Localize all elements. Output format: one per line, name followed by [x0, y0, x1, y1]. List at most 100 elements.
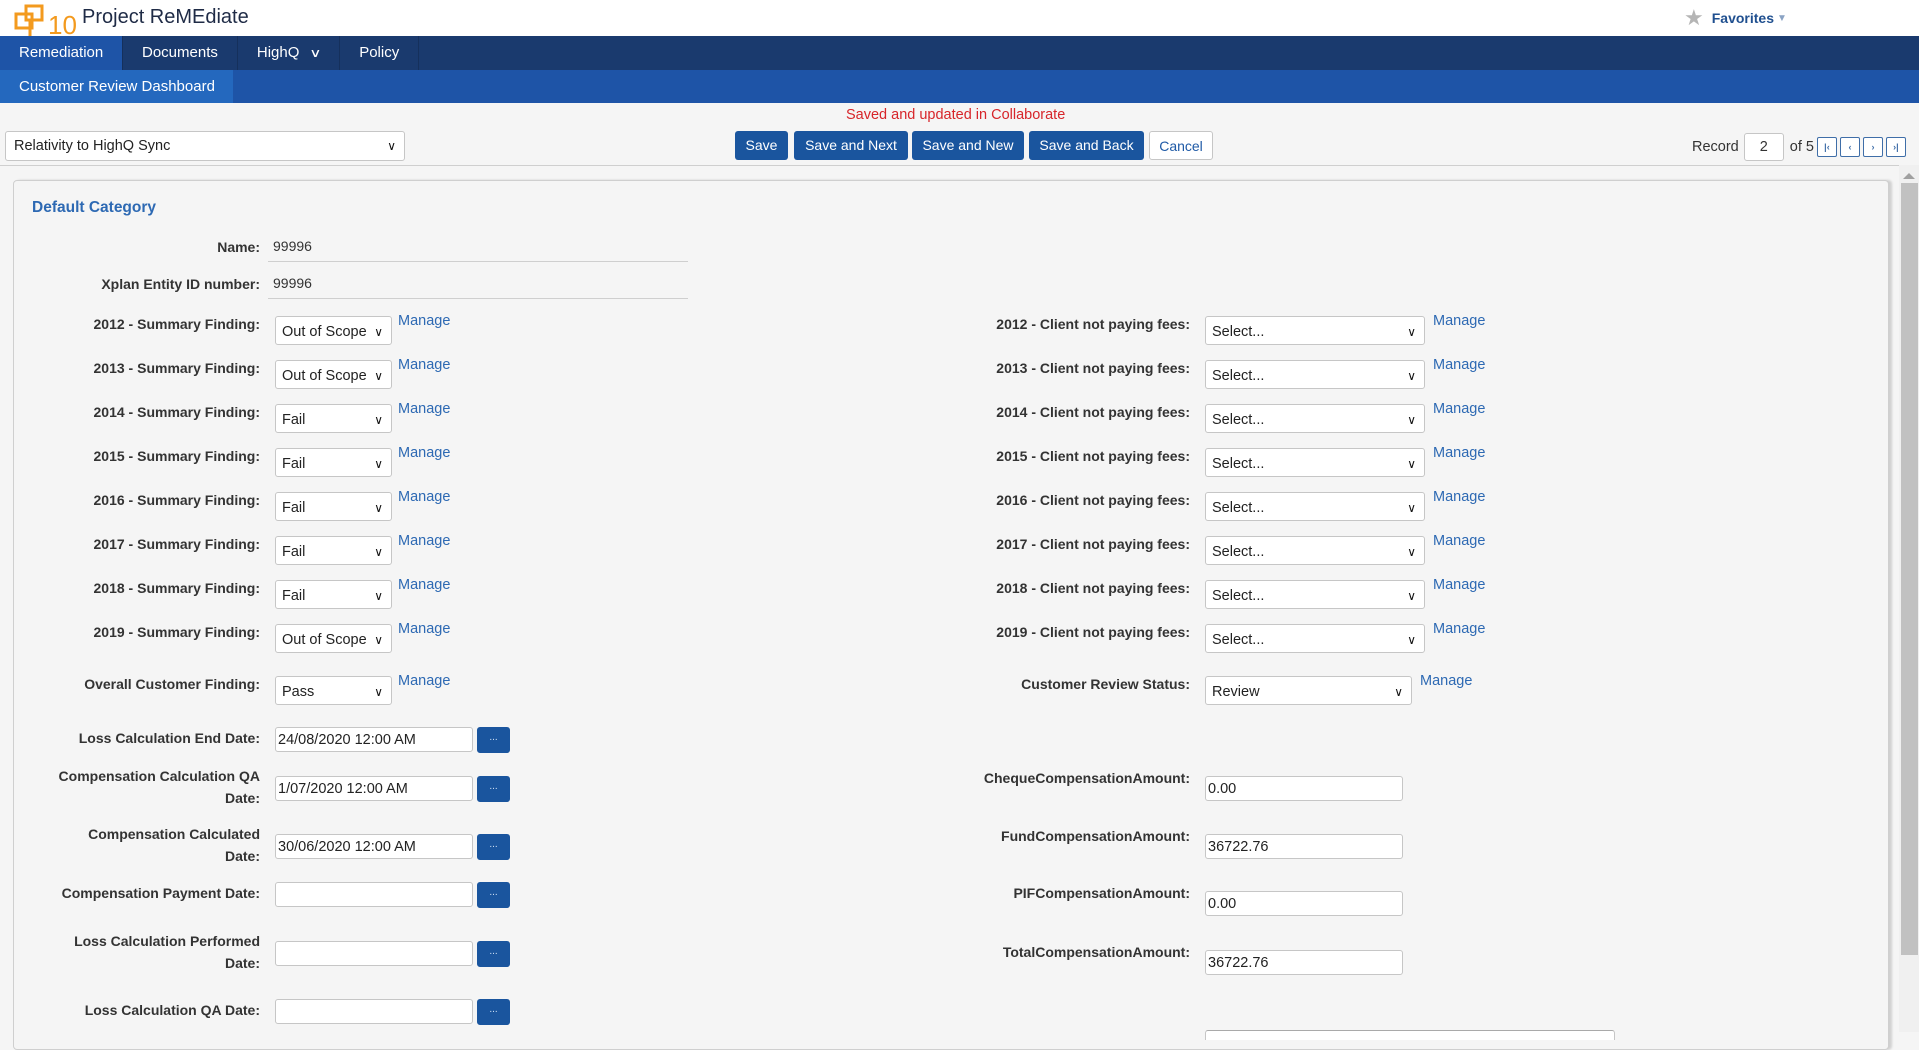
manage-link[interactable]: Manage [1433, 445, 1485, 461]
client-not-paying-select[interactable]: Select... ∨ [1205, 624, 1425, 653]
calendar-picker-button[interactable]: ... [477, 999, 510, 1025]
amount-input[interactable]: 0.00 [1205, 891, 1403, 916]
overall-finding-label: Overall Customer Finding: [84, 676, 260, 692]
date-label: Loss Calculation QA Date: [84, 1002, 260, 1018]
client-not-paying-select[interactable]: Select... ∨ [1205, 404, 1425, 433]
manage-link[interactable]: Manage [1433, 577, 1485, 593]
date-input[interactable] [275, 941, 473, 966]
calendar-picker-button[interactable]: ... [477, 834, 510, 860]
amount-input[interactable]: 36722.76 [1205, 950, 1403, 975]
manage-link[interactable]: Manage [398, 673, 450, 689]
manage-link[interactable]: Manage [398, 577, 450, 593]
summary-finding-label: 2014 - Summary Finding: [93, 404, 260, 420]
manage-link[interactable]: Manage [1433, 313, 1485, 329]
favorites-menu[interactable]: ★ Favorites ▼ [1684, 5, 1787, 30]
manage-link[interactable]: Manage [1433, 489, 1485, 505]
nav-item-highq[interactable]: HighQ ∨ [238, 36, 341, 70]
summary-finding-label: 2019 - Summary Finding: [93, 624, 260, 640]
amount-input[interactable]: 36722.76 [1205, 834, 1403, 859]
scroll-thumb[interactable] [1901, 183, 1918, 955]
manage-link[interactable]: Manage [398, 401, 450, 417]
nav-item-remediation[interactable]: Remediation [0, 36, 123, 70]
review-status-label: Customer Review Status: [1021, 676, 1190, 692]
overall-finding-select[interactable]: Pass ∨ [275, 676, 392, 705]
manage-link[interactable]: Manage [398, 313, 450, 329]
summary-finding-select[interactable]: Fail ∨ [275, 492, 392, 521]
summary-finding-select[interactable]: Fail ∨ [275, 404, 392, 433]
chevron-down-icon: ∨ [309, 46, 322, 60]
date-label: Loss Calculation End Date: [78, 730, 260, 746]
manage-link[interactable]: Manage [1433, 401, 1485, 417]
subnav-item-customer-review-dashboard[interactable]: Customer Review Dashboard [0, 70, 233, 103]
nav-label: HighQ [256, 44, 300, 61]
date-input[interactable]: 30/06/2020 12:00 AM [275, 834, 473, 859]
client-not-paying-select[interactable]: Select... ∨ [1205, 536, 1425, 565]
client-not-paying-select[interactable]: Select... ∨ [1205, 492, 1425, 521]
client-not-paying-select[interactable]: Select... ∨ [1205, 316, 1425, 345]
star-icon: ★ [1684, 5, 1704, 30]
svg-text:10: 10 [48, 10, 77, 38]
save-button[interactable]: Save [735, 131, 788, 160]
chevron-down-icon: ∨ [1407, 369, 1416, 383]
calendar-picker-button[interactable]: ... [477, 882, 510, 908]
manage-link[interactable]: Manage [398, 533, 450, 549]
view-select-value: Relativity to HighQ Sync [14, 138, 171, 154]
save-and-back-button[interactable]: Save and Back [1029, 131, 1144, 160]
manage-link[interactable]: Manage [398, 621, 450, 637]
date-label-line2: Date: [224, 955, 260, 971]
client-not-paying-select[interactable]: Select... ∨ [1205, 580, 1425, 609]
cancel-button[interactable]: Cancel [1149, 131, 1213, 160]
summary-finding-label: 2017 - Summary Finding: [93, 536, 260, 552]
name-value: 99996 [273, 238, 312, 254]
calendar-picker-button[interactable]: ... [477, 941, 510, 967]
manage-link[interactable]: Manage [398, 489, 450, 505]
select-value: Select... [1212, 588, 1265, 604]
toolbar-divider [0, 165, 1900, 166]
summary-finding-select[interactable]: Out of Scope ∨ [275, 316, 392, 345]
save-and-new-button[interactable]: Save and New [912, 131, 1024, 160]
previous-record-icon[interactable]: ‹ [1839, 137, 1860, 157]
client-not-paying-select[interactable]: Select... ∨ [1205, 448, 1425, 477]
scroll-up-icon[interactable] [1903, 173, 1915, 179]
date-label-line1: Compensation Calculation QA [58, 768, 260, 784]
manage-link[interactable]: Manage [1433, 533, 1485, 549]
date-input[interactable]: 1/07/2020 12:00 AM [275, 776, 473, 801]
date-input[interactable] [275, 999, 473, 1024]
client-not-paying-label: 2016 - Client not paying fees: [996, 492, 1190, 508]
select-value: Fail [282, 456, 306, 472]
nav-item-policy[interactable]: Policy [340, 36, 420, 70]
summary-finding-select[interactable]: Out of Scope ∨ [275, 360, 392, 389]
manage-link[interactable]: Manage [398, 445, 450, 461]
summary-finding-select[interactable]: Fail ∨ [275, 536, 392, 565]
record-number-input[interactable]: 2 [1743, 133, 1784, 161]
date-input[interactable]: 24/08/2020 12:00 AM [275, 727, 473, 752]
save-and-next-button[interactable]: Save and Next [794, 131, 908, 160]
manage-link[interactable]: Manage [1420, 673, 1472, 689]
next-record-icon[interactable]: › [1862, 137, 1883, 157]
amount-label: FundCompensationAmount: [1001, 828, 1190, 844]
view-select[interactable]: Relativity to HighQ Sync ∨ [5, 131, 405, 161]
chevron-down-icon: ∨ [374, 369, 383, 383]
summary-finding-select[interactable]: Fail ∨ [275, 448, 392, 477]
amount-input[interactable]: 0.00 [1205, 776, 1403, 801]
summary-finding-select[interactable]: Fail ∨ [275, 580, 392, 609]
calendar-picker-button[interactable]: ... [477, 776, 510, 802]
first-record-icon[interactable]: |‹ [1816, 137, 1837, 157]
scrollbar[interactable] [1899, 165, 1919, 1032]
select-value: Select... [1212, 500, 1265, 516]
date-label-line2: Date: [224, 848, 260, 864]
manage-link[interactable]: Manage [1433, 357, 1485, 373]
manage-link[interactable]: Manage [1433, 621, 1485, 637]
chevron-down-icon: ∨ [374, 413, 383, 427]
chevron-down-icon: ▼ [1776, 12, 1787, 24]
summary-finding-select[interactable]: Out of Scope ∨ [275, 624, 392, 653]
last-record-icon[interactable]: ›| [1885, 137, 1906, 157]
status-message: Saved and updated in Collaborate [846, 107, 1066, 123]
review-status-select[interactable]: Review ∨ [1205, 676, 1412, 705]
nav-item-documents[interactable]: Documents [123, 36, 238, 70]
calendar-picker-button[interactable]: ... [477, 727, 510, 753]
client-not-paying-select[interactable]: Select... ∨ [1205, 360, 1425, 389]
main-nav: Remediation Documents HighQ ∨ Policy [0, 36, 1919, 70]
manage-link[interactable]: Manage [398, 357, 450, 373]
date-input[interactable] [275, 882, 473, 907]
